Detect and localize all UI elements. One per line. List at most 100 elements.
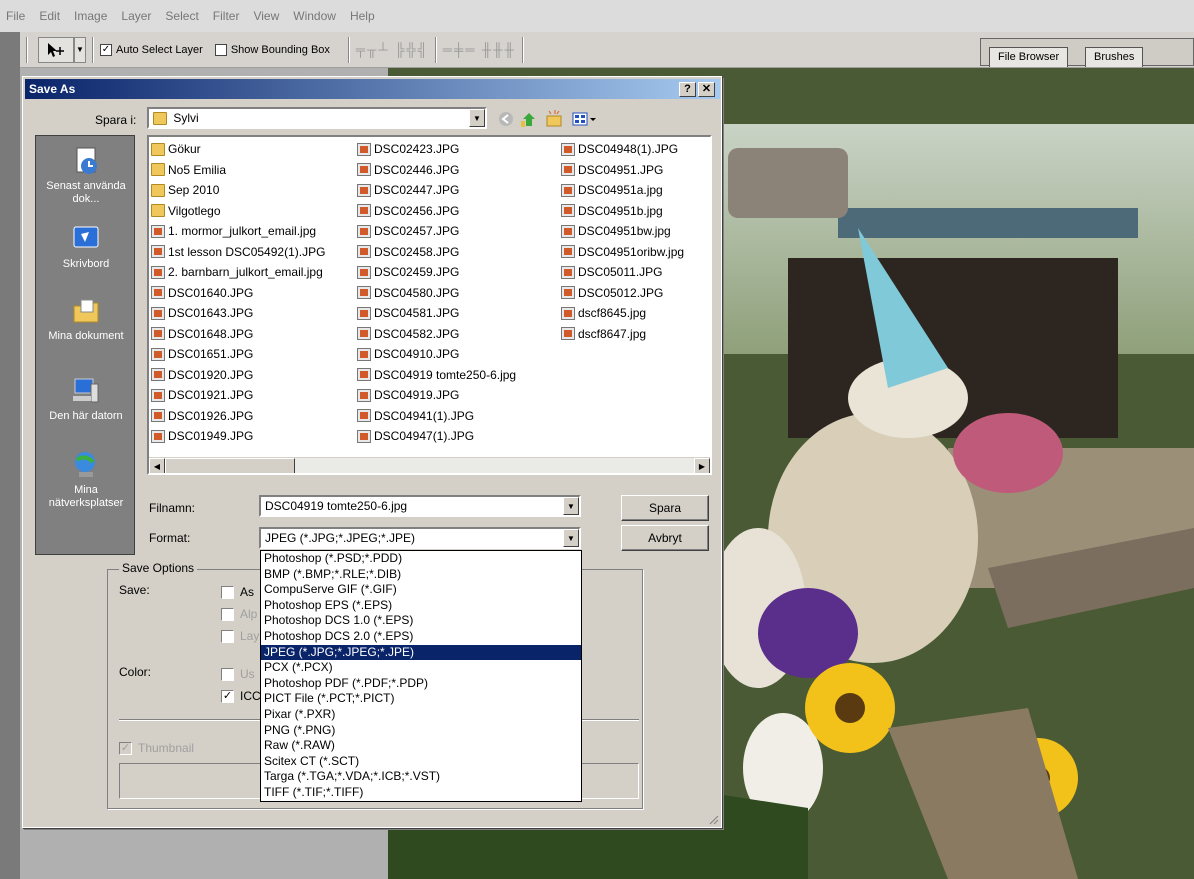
format-option[interactable]: PICT File (*.PCT;*.PICT) bbox=[261, 691, 581, 707]
file-item[interactable]: DSC04919 tomte250-6.jpg bbox=[357, 365, 516, 386]
file-item[interactable]: 2. barnbarn_julkort_email.jpg bbox=[151, 262, 325, 283]
file-item[interactable]: DSC02423.JPG bbox=[357, 139, 516, 160]
chevron-down-icon[interactable]: ▼ bbox=[563, 529, 579, 547]
file-item[interactable]: DSC05012.JPG bbox=[561, 283, 684, 304]
scrollbar-thumb[interactable] bbox=[165, 458, 295, 473]
folder-item[interactable]: Gökur bbox=[151, 139, 325, 160]
menu-help[interactable]: Help bbox=[350, 9, 375, 23]
menu-edit[interactable]: Edit bbox=[39, 9, 60, 23]
file-item[interactable]: DSC01640.JPG bbox=[151, 283, 325, 304]
format-option[interactable]: Photoshop DCS 2.0 (*.EPS) bbox=[261, 629, 581, 645]
file-item[interactable]: 1. mormor_julkort_email.jpg bbox=[151, 221, 325, 242]
filename-input[interactable]: DSC04919 tomte250-6.jpg ▼ bbox=[259, 495, 581, 517]
file-item[interactable]: DSC01949.JPG bbox=[151, 426, 325, 447]
place-desktop[interactable]: Skrivbord bbox=[36, 224, 136, 271]
dialog-titlebar[interactable]: Save As ? ✕ bbox=[25, 79, 720, 99]
format-option[interactable]: BMP (*.BMP;*.RLE;*.DIB) bbox=[261, 567, 581, 583]
file-item[interactable]: DSC01651.JPG bbox=[151, 344, 325, 365]
file-item[interactable]: DSC02456.JPG bbox=[357, 201, 516, 222]
place-network[interactable]: Mina nätverksplatser bbox=[36, 450, 136, 510]
file-item[interactable]: DSC04910.JPG bbox=[357, 344, 516, 365]
file-item[interactable]: DSC02447.JPG bbox=[357, 180, 516, 201]
tab-brushes[interactable]: Brushes bbox=[1085, 47, 1144, 67]
file-list[interactable]: Gökur No5 Emilia Sep 2010 Vilgotlego 1. morm… bbox=[147, 135, 712, 475]
format-option[interactable]: PNG (*.PNG) bbox=[261, 723, 581, 739]
file-item[interactable]: DSC04941(1).JPG bbox=[357, 406, 516, 427]
format-dropdown-list[interactable]: Photoshop (*.PSD;*.PDD) BMP (*.BMP;*.RLE;… bbox=[260, 550, 582, 802]
menu-file[interactable]: File bbox=[6, 9, 25, 23]
file-item[interactable]: DSC02458.JPG bbox=[357, 242, 516, 263]
resize-grip-icon[interactable] bbox=[707, 813, 719, 825]
file-item[interactable]: DSC04580.JPG bbox=[357, 283, 516, 304]
file-item[interactable]: DSC05011.JPG bbox=[561, 262, 684, 283]
file-item[interactable]: DSC04951.JPG bbox=[561, 160, 684, 181]
show-bounding-box-option[interactable]: Show Bounding Box bbox=[214, 43, 330, 56]
icc-checkbox[interactable]: ✓ bbox=[221, 689, 234, 703]
menu-window[interactable]: Window bbox=[293, 9, 336, 23]
file-item[interactable]: DSC01926.JPG bbox=[151, 406, 325, 427]
file-item[interactable]: DSC04951bw.jpg bbox=[561, 221, 684, 242]
file-item[interactable]: DSC04951oribw.jpg bbox=[561, 242, 684, 263]
format-option[interactable]: Photoshop EPS (*.EPS) bbox=[261, 598, 581, 614]
format-select[interactable]: JPEG (*.JPG;*.JPEG;*.JPE) ▼ bbox=[259, 527, 581, 549]
format-option[interactable]: Targa (*.TGA;*.VDA;*.ICB;*.VST) bbox=[261, 769, 581, 785]
menu-view[interactable]: View bbox=[253, 9, 279, 23]
move-tool-icon[interactable] bbox=[38, 36, 74, 63]
format-option[interactable]: Photoshop (*.PSD;*.PDD) bbox=[261, 551, 581, 567]
menu-layer[interactable]: Layer bbox=[121, 9, 151, 23]
menu-image[interactable]: Image bbox=[74, 9, 107, 23]
format-option[interactable]: Pixar (*.PXR) bbox=[261, 707, 581, 723]
file-item[interactable]: 1st lesson DSC05492(1).JPG bbox=[151, 242, 325, 263]
save-in-combo[interactable]: Sylvi ▼ bbox=[147, 107, 487, 129]
chevron-down-icon[interactable]: ▼ bbox=[469, 109, 485, 127]
file-item[interactable]: DSC01921.JPG bbox=[151, 385, 325, 406]
file-item[interactable]: DSC04947(1).JPG bbox=[357, 426, 516, 447]
as-copy-checkbox[interactable] bbox=[221, 585, 234, 599]
folder-item[interactable]: Sep 2010 bbox=[151, 180, 325, 201]
file-item[interactable]: DSC04581.JPG bbox=[357, 303, 516, 324]
tab-file-browser[interactable]: File Browser bbox=[989, 47, 1069, 67]
format-option[interactable]: Photoshop DCS 1.0 (*.EPS) bbox=[261, 613, 581, 629]
place-my-computer[interactable]: Den här datorn bbox=[36, 376, 136, 423]
help-button[interactable]: ? bbox=[679, 82, 696, 97]
format-option[interactable]: JPEG (*.JPG;*.JPEG;*.JPE) bbox=[261, 644, 581, 661]
place-my-documents[interactable]: Mina dokument bbox=[36, 296, 136, 343]
file-item[interactable]: DSC04919.JPG bbox=[357, 385, 516, 406]
show-bounding-box-checkbox[interactable] bbox=[214, 43, 227, 56]
format-option[interactable]: Scitex CT (*.SCT) bbox=[261, 754, 581, 770]
save-button[interactable]: Spara bbox=[621, 495, 709, 521]
format-option[interactable]: TIFF (*.TIF;*.TIFF) bbox=[261, 785, 581, 801]
cancel-button[interactable]: Avbryt bbox=[621, 525, 709, 551]
file-item[interactable]: DSC04948(1).JPG bbox=[561, 139, 684, 160]
format-option[interactable]: PCX (*.PCX) bbox=[261, 660, 581, 676]
folder-item[interactable]: Vilgotlego bbox=[151, 201, 325, 222]
auto-select-layer-checkbox[interactable]: ✓ bbox=[100, 43, 112, 56]
scroll-right-icon[interactable]: ▶ bbox=[694, 458, 710, 473]
close-button[interactable]: ✕ bbox=[698, 82, 715, 97]
file-item[interactable]: DSC04951b.jpg bbox=[561, 201, 684, 222]
file-item[interactable]: dscf8647.jpg bbox=[561, 324, 684, 345]
horizontal-scrollbar[interactable]: ◀ ▶ bbox=[149, 457, 710, 473]
tool-preset-dropdown[interactable]: ▼ bbox=[74, 36, 86, 63]
file-item[interactable]: DSC02457.JPG bbox=[357, 221, 516, 242]
file-item[interactable]: DSC01643.JPG bbox=[151, 303, 325, 324]
as-copy-option[interactable]: As bbox=[221, 585, 254, 599]
place-recent[interactable]: Senast använda dok... bbox=[36, 146, 136, 206]
file-item[interactable]: DSC04951a.jpg bbox=[561, 180, 684, 201]
distribute-icons[interactable]: ═╪═ ╫╫╫ bbox=[443, 42, 516, 57]
format-option[interactable]: Raw (*.RAW) bbox=[261, 738, 581, 754]
chevron-down-icon[interactable]: ▼ bbox=[563, 497, 579, 515]
file-item[interactable]: DSC01920.JPG bbox=[151, 365, 325, 386]
format-option[interactable]: CompuServe GIF (*.GIF) bbox=[261, 582, 581, 598]
scroll-left-icon[interactable]: ◀ bbox=[149, 458, 165, 473]
menu-select[interactable]: Select bbox=[165, 9, 198, 23]
auto-select-layer-option[interactable]: ✓ Auto Select Layer bbox=[100, 43, 203, 56]
file-item[interactable]: DSC04582.JPG bbox=[357, 324, 516, 345]
align-icons[interactable]: ╤╥┴ ╠╬╣ bbox=[356, 42, 429, 57]
menu-filter[interactable]: Filter bbox=[213, 9, 240, 23]
file-item[interactable]: DSC02446.JPG bbox=[357, 160, 516, 181]
file-item[interactable]: DSC02459.JPG bbox=[357, 262, 516, 283]
file-item[interactable]: dscf8645.jpg bbox=[561, 303, 684, 324]
icc-option[interactable]: ✓ ICC bbox=[221, 689, 261, 703]
folder-item[interactable]: No5 Emilia bbox=[151, 160, 325, 181]
